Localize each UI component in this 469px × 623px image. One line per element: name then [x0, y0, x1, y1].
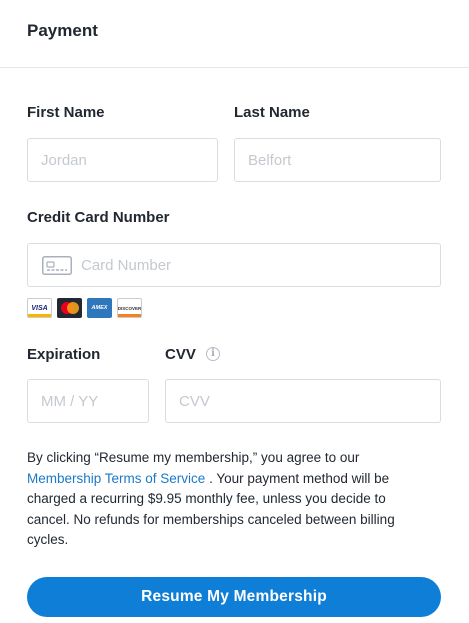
first-name-label: First Name — [27, 104, 105, 121]
page-title: Payment — [27, 21, 98, 40]
visa-icon: VISA — [27, 298, 52, 318]
amex-icon: AMEX — [87, 298, 112, 318]
discover-icon: DISCOVER — [117, 298, 142, 318]
first-name-input[interactable] — [28, 139, 217, 181]
card-number-field[interactable] — [27, 243, 441, 287]
info-icon[interactable]: i — [206, 347, 220, 361]
cvv-label: CVV — [165, 346, 196, 363]
mastercard-icon — [57, 298, 82, 318]
last-name-label: Last Name — [234, 104, 310, 121]
expiration-input[interactable] — [28, 380, 148, 422]
resume-membership-button[interactable]: Resume My Membership — [27, 577, 441, 617]
cvv-input[interactable] — [166, 380, 440, 422]
terms-text: By clicking “Resume my membership,” you … — [27, 448, 417, 551]
last-name-input[interactable] — [235, 139, 440, 181]
last-name-field[interactable] — [234, 138, 441, 182]
terms-prefix: By clicking “Resume my membership,” you … — [27, 450, 360, 465]
card-number-label: Credit Card Number — [27, 209, 170, 226]
expiration-field[interactable] — [27, 379, 149, 423]
first-name-field[interactable] — [27, 138, 218, 182]
payment-page: Payment First Name Last Name Credit Card… — [0, 0, 469, 623]
card-number-input[interactable] — [28, 244, 440, 286]
expiration-label: Expiration — [27, 346, 101, 363]
header: Payment — [0, 0, 469, 68]
terms-of-service-link[interactable]: Membership Terms of Service — [27, 471, 205, 486]
mastercard-circle-yellow — [67, 302, 79, 314]
cvv-field[interactable] — [165, 379, 441, 423]
